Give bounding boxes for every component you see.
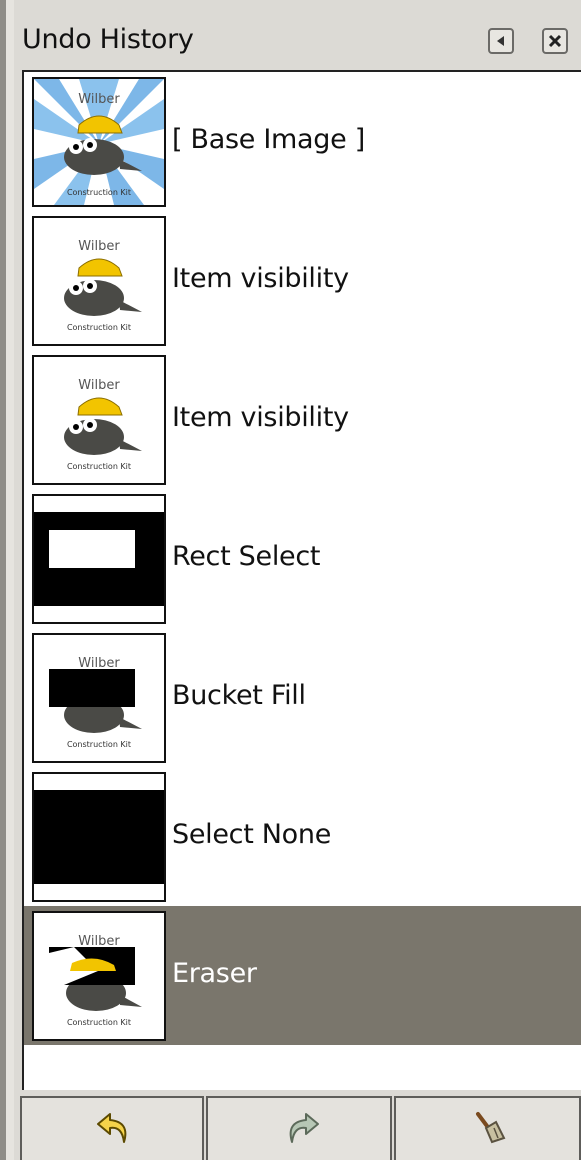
svg-text:Wilber: Wilber xyxy=(78,656,120,671)
undo-history-list[interactable]: Wilber Construction Kit [ Base Image ] W… xyxy=(22,70,581,1090)
clear-history-broom-icon xyxy=(476,1112,506,1144)
history-item-item-visibility[interactable]: Wilber Construction Kit Item visibility xyxy=(24,211,581,350)
svg-text:Construction Kit: Construction Kit xyxy=(67,188,131,197)
svg-text:Wilber: Wilber xyxy=(78,92,120,107)
svg-text:Wilber: Wilber xyxy=(78,934,120,949)
history-item-rect-select[interactable]: Rect Select xyxy=(24,489,581,628)
undo-history-toolbar xyxy=(14,1092,581,1160)
dock-handle[interactable] xyxy=(6,0,14,1160)
close-icon xyxy=(548,34,562,48)
history-item-bucket-fill[interactable]: Wilber Construction Kit Bucket Fill xyxy=(24,628,581,767)
history-thumbnail: Wilber Construction Kit xyxy=(32,355,166,485)
close-button[interactable] xyxy=(542,28,568,54)
svg-text:Wilber: Wilber xyxy=(78,239,120,254)
undo-arrow-icon xyxy=(97,1113,127,1143)
history-item-eraser[interactable]: Wilber Construction Kit Eraser xyxy=(24,906,581,1045)
history-item-select-none[interactable]: Select None xyxy=(24,767,581,906)
history-thumbnail: Wilber Construction Kit xyxy=(32,633,166,763)
panel-title: Undo History xyxy=(22,24,194,55)
history-thumbnail: Wilber Construction Kit xyxy=(32,911,166,1041)
history-item-label: Item visibility xyxy=(172,402,349,433)
history-item-base-image[interactable]: Wilber Construction Kit [ Base Image ] xyxy=(24,72,581,211)
history-thumbnail xyxy=(32,494,166,624)
history-item-label: Eraser xyxy=(172,958,257,989)
panel-header: Undo History xyxy=(14,10,581,70)
history-thumbnail: Wilber Construction Kit xyxy=(32,77,166,207)
history-item-item-visibility[interactable]: Wilber Construction Kit Item visibility xyxy=(24,350,581,489)
history-item-label: [ Base Image ] xyxy=(172,124,365,155)
svg-text:Wilber: Wilber xyxy=(78,378,120,393)
history-thumbnail xyxy=(32,772,166,902)
redo-button[interactable] xyxy=(206,1096,392,1160)
svg-text:Construction Kit: Construction Kit xyxy=(67,462,131,471)
undo-button[interactable] xyxy=(20,1096,204,1160)
redo-arrow-icon xyxy=(289,1113,319,1143)
history-item-label: Rect Select xyxy=(172,541,321,572)
tab-menu-icon xyxy=(497,36,504,46)
history-item-label: Bucket Fill xyxy=(172,680,306,711)
svg-text:Construction Kit: Construction Kit xyxy=(67,323,131,332)
svg-text:Construction Kit: Construction Kit xyxy=(67,1018,131,1027)
tab-menu-button[interactable] xyxy=(488,28,514,54)
history-item-label: Item visibility xyxy=(172,263,349,294)
svg-text:Construction Kit: Construction Kit xyxy=(67,740,131,749)
history-item-label: Select None xyxy=(172,819,332,850)
clear-history-button[interactable] xyxy=(394,1096,581,1160)
history-thumbnail: Wilber Construction Kit xyxy=(32,216,166,346)
